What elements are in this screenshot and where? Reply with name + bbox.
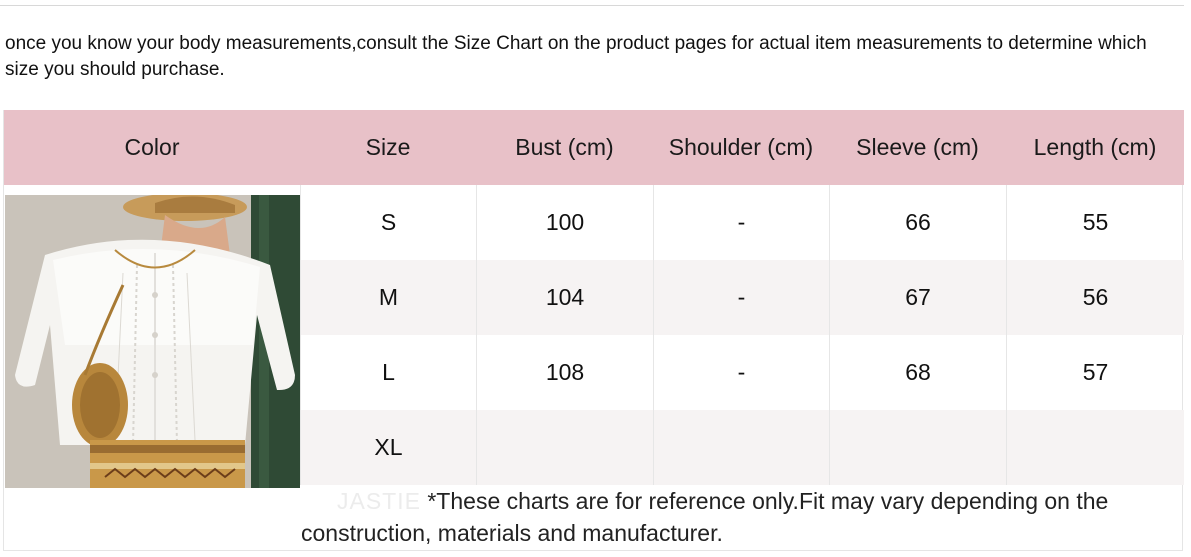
top-divider [0, 5, 1184, 6]
header-sleeve: Sleeve (cm) [856, 134, 979, 160]
header-length: Length (cm) [1033, 134, 1157, 160]
white-lace-blouse-image [5, 195, 300, 488]
cell-shoulder: - [653, 260, 829, 335]
product-photo [5, 195, 300, 488]
table-row: S 100 - 66 55 [300, 185, 1184, 260]
cell-bust: 108 [476, 335, 653, 410]
header-bust: Bust (cm) [515, 134, 614, 160]
brand-watermark: JASTIE [337, 488, 421, 514]
cell-length [1006, 410, 1184, 485]
cell-shoulder: - [653, 335, 829, 410]
cell-length: 57 [1006, 335, 1184, 410]
cell-sleeve: 68 [829, 335, 1006, 410]
cell-shoulder: - [653, 185, 829, 260]
table-row: XL [300, 410, 1184, 485]
cell-bust: 104 [476, 260, 653, 335]
size-guide-intro: once you know your body measurements,con… [5, 33, 1147, 80]
cell-length: 56 [1006, 260, 1184, 335]
table-row: L 108 - 68 57 [300, 335, 1184, 410]
cell-bust: 100 [476, 185, 653, 260]
cell-length: 55 [1006, 185, 1184, 260]
reference-note: JASTIE *These charts are for reference o… [301, 485, 1181, 549]
cell-shoulder [653, 410, 829, 485]
header-color: Color [124, 134, 180, 160]
reference-note-text: *These charts are for reference only.Fit… [301, 488, 1109, 546]
cell-size: M [300, 260, 476, 335]
cell-bust [476, 410, 653, 485]
header-shoulder: Shoulder (cm) [668, 134, 814, 160]
table-row: M 104 - 67 56 [300, 260, 1184, 335]
size-table-body: S 100 - 66 55 M 104 - 67 56 L 108 - 68 5… [300, 185, 1184, 485]
size-chart-header: Color Size Bust (cm) Shoulder (cm) Sleev… [4, 110, 1184, 185]
cell-size: L [300, 335, 476, 410]
cell-size: S [300, 185, 476, 260]
size-chart: Color Size Bust (cm) Shoulder (cm) Sleev… [3, 110, 1184, 551]
header-size: Size [365, 134, 411, 160]
cell-sleeve: 67 [829, 260, 1006, 335]
cell-sleeve [829, 410, 1006, 485]
cell-size: XL [300, 410, 476, 485]
cell-sleeve: 66 [829, 185, 1006, 260]
